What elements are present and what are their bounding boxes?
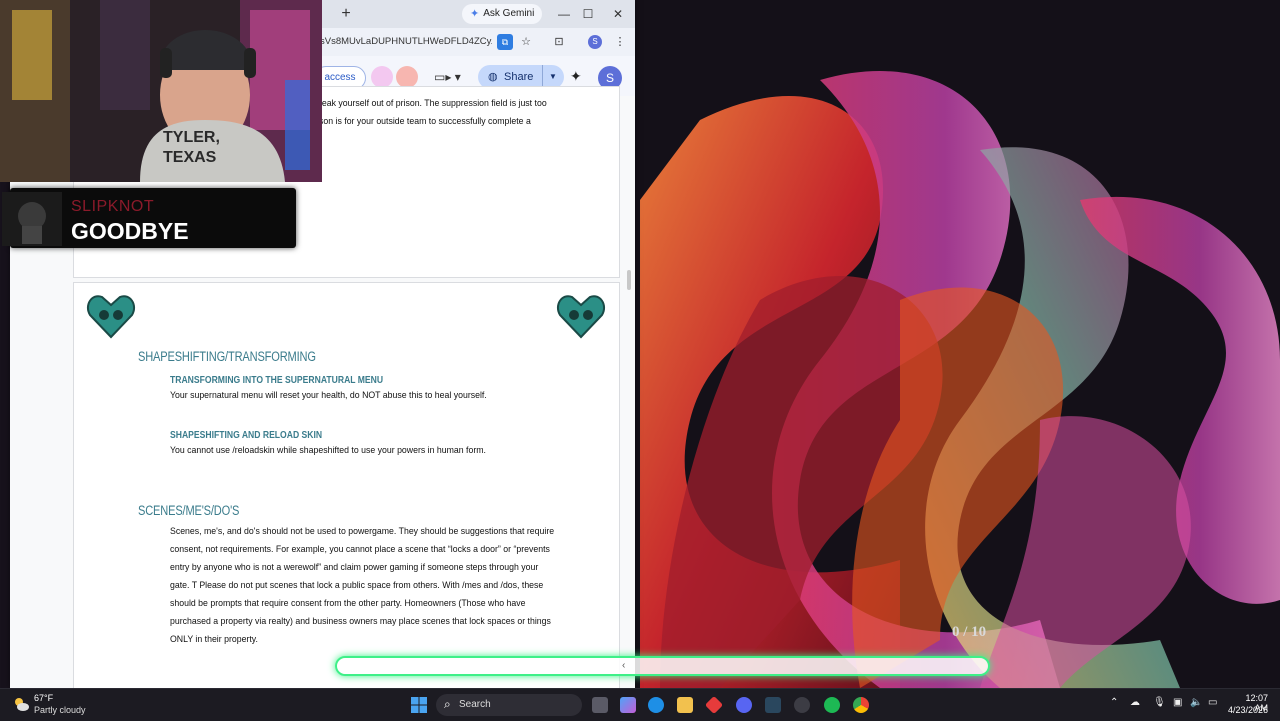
body-text: gate. T Please do not put scenes that lo…	[170, 580, 544, 591]
search-icon: ⌕	[444, 697, 451, 711]
show-hidden-icons-chevron[interactable]: ⌃	[1110, 697, 1118, 708]
spotify-icon[interactable]	[824, 697, 840, 713]
volume-icon[interactable]: 🔈	[1190, 697, 1202, 708]
artist-name: SLIPKNOT	[71, 198, 155, 215]
cloud-icon[interactable]: ☁	[1130, 697, 1140, 708]
body-text: reak yourself out of prison. The suppres…	[319, 98, 547, 109]
maximize-button[interactable]: ☐	[576, 4, 600, 24]
section-heading: SHAPESHIFTING/TRANSFORMING	[138, 349, 316, 364]
obs-icon[interactable]	[794, 697, 810, 713]
tab-search-icon[interactable]: ⊡	[551, 34, 567, 50]
app-icon[interactable]	[704, 695, 724, 715]
battery-icon[interactable]: ▭	[1208, 697, 1217, 708]
subscriber-goal-progress-bar	[335, 656, 990, 676]
ask-gemini-label: Ask Gemini	[483, 8, 535, 19]
edge-icon[interactable]	[648, 697, 664, 713]
taskbar: 67°F Partly cloudy ⌕ Search ⌃ ☁ 🎙 ▣ 🔈 ▭ …	[0, 688, 1280, 721]
body-text: entry by anyone who is not a werewolf” a…	[170, 562, 539, 573]
subsection-heading: TRANSFORMING INTO THE SUPERNATURAL MENU	[170, 375, 384, 386]
wolf-emblem-icon	[556, 295, 606, 339]
network-icon[interactable]: ▣	[1173, 697, 1182, 708]
body-text: son is for your outside team to successf…	[319, 116, 531, 127]
close-window-button[interactable]: ✕	[606, 4, 630, 24]
partly-cloudy-icon[interactable]	[12, 695, 30, 713]
subscriber-goal-label: SUBSCRIBERS	[338, 623, 450, 639]
discord-icon[interactable]	[736, 697, 752, 713]
body-text: consent, not requirements. For example, …	[170, 544, 550, 555]
task-view-icon[interactable]	[592, 697, 608, 713]
url-field[interactable]: sVs8MUvLaDUPHNUTLHWeDFLD4ZCy...	[320, 34, 492, 50]
document-canvas[interactable]: reak yourself out of prison. The suppres…	[10, 86, 635, 688]
file-explorer-icon[interactable]	[677, 697, 693, 713]
meet-video-icon[interactable]: ▭▸ ▾	[434, 70, 461, 84]
body-text: Scenes, me's, and do's should not be use…	[170, 526, 555, 537]
subsection-heading: SHAPESHIFTING AND RELOAD SKIN	[170, 430, 323, 441]
body-text: should be prompts that require consent f…	[170, 598, 526, 609]
shirt-text: TEXAS	[163, 149, 217, 166]
body-text: You cannot use /reloadskin while shapesh…	[170, 445, 486, 456]
scrollbar-thumb[interactable]	[627, 270, 631, 290]
weather-description[interactable]: Partly cloudy	[34, 705, 86, 715]
new-tab-button[interactable]: +	[335, 4, 357, 24]
minimize-button[interactable]: —	[552, 4, 576, 24]
collaborator-avatar[interactable]	[371, 66, 393, 88]
gemini-sparkle-icon: ✦	[470, 8, 480, 20]
section-heading: SCENES/ME'S/DO'S	[138, 503, 240, 518]
chevron-left-icon[interactable]: ‹	[622, 660, 625, 671]
wolf-emblem-icon	[86, 295, 136, 339]
album-art-image	[2, 192, 62, 246]
shirt-text: TYLER,	[163, 129, 220, 146]
bookmark-star-icon[interactable]: ☆	[518, 34, 534, 50]
copilot-icon[interactable]	[620, 697, 636, 713]
subscriber-goal-count: 0 / 10	[952, 624, 987, 640]
webcam-overlay: TYLER, TEXAS	[0, 0, 322, 182]
windows-start-icon[interactable]	[411, 697, 427, 713]
browser-menu-icon[interactable]: ⋮	[612, 34, 628, 50]
song-title: GOODBYE	[71, 218, 189, 244]
screen-capture-icon[interactable]: ⧉	[497, 34, 513, 50]
ask-gemini-button[interactable]: ✦ Ask Gemini	[462, 4, 543, 24]
streamer-webcam-image: TYLER, TEXAS	[0, 0, 322, 182]
steam-icon[interactable]	[765, 697, 781, 713]
browser-profile-avatar[interactable]: S	[588, 35, 602, 49]
collaborator-avatar[interactable]	[396, 66, 418, 88]
taskbar-search-box[interactable]: ⌕ Search	[436, 694, 582, 716]
now-playing-widget: SLIPKNOT GOODBYE	[2, 188, 296, 248]
chrome-icon[interactable]	[853, 697, 869, 713]
microphone-icon[interactable]: 🎙	[1153, 697, 1166, 708]
clock-date[interactable]: 4/23/2026	[1224, 705, 1268, 715]
body-text: Your supernatural menu will reset your h…	[170, 390, 487, 401]
body-text: ONLY in their property.	[170, 634, 258, 645]
weather-temperature[interactable]: 67°F	[34, 693, 53, 703]
search-placeholder: Search	[459, 699, 491, 710]
gemini-sparkle-icon[interactable]: ✦	[570, 68, 582, 85]
